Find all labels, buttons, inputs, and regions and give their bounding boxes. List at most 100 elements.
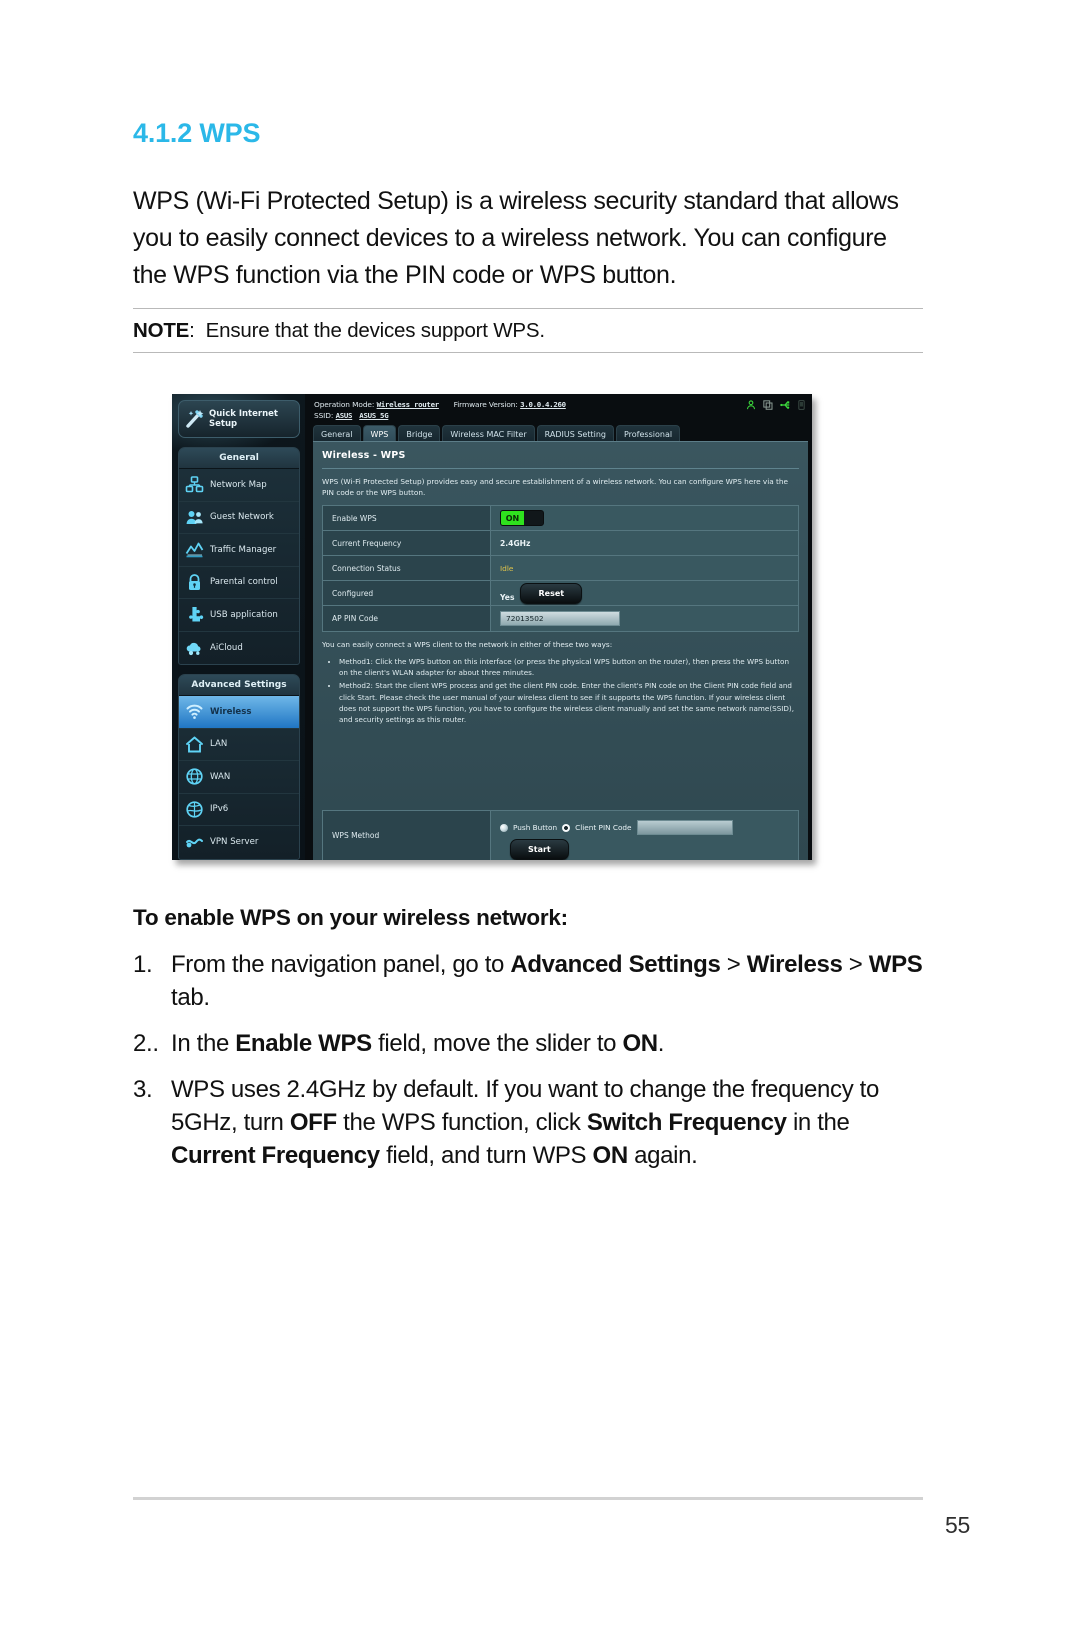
copy-icon[interactable] [763,400,773,410]
sidebar-item-vpn-server[interactable]: VPN Server [179,826,299,859]
step-text: From the navigation panel, go to Advance… [171,951,923,1011]
wifi-icon [185,702,204,721]
navigation-panel: Quick Internet Setup General Network Map… [172,394,305,860]
panel-divider [322,468,799,469]
nav-group-advanced-settings: Advanced Settings Wireless LAN WAN IPv6 … [178,674,300,860]
wps-method-options: Push Button Client PIN Code [500,815,733,835]
field-label-current-frequency: Current Frequency [323,531,491,555]
intro-paragraph: WPS (Wi-Fi Protected Setup) is a wireles… [133,187,899,289]
connect-methods-intro: You can easily connect a WPS client to t… [322,640,613,649]
radio-label-push-button: Push Button [513,823,558,832]
sidebar-item-guest-network[interactable]: Guest Network [179,502,299,534]
page-title: 4.1.2 WPS [133,118,261,148]
router-ui-screenshot: Quick Internet Setup General Network Map… [172,394,812,860]
list-item: 1. From the navigation panel, go to Adva… [133,948,933,1014]
quick-internet-setup-label: Quick Internet Setup [209,409,278,429]
sidebar-label: Wireless [210,706,252,717]
sidebar-item-wan[interactable]: WAN [179,761,299,794]
ipv6-globe-icon [185,800,204,819]
field-value-current-frequency: 2.4GHz [491,531,798,555]
sidebar-label: USB application [210,609,278,620]
sidebar-label: WAN [210,771,231,782]
field-value-connection-status: Idle [491,556,798,580]
radio-push-button[interactable] [500,823,508,832]
field-label-connection-status: Connection Status [323,556,491,580]
sidebar-label: Parental control [210,577,278,588]
panel-description: WPS (Wi-Fi Protected Setup) provides eas… [322,477,789,497]
start-button[interactable]: Start [510,839,569,860]
quick-internet-setup-button[interactable]: Quick Internet Setup [178,400,300,438]
network-map-icon [185,475,204,494]
ssid-value-5g[interactable]: ASUS_5G [359,411,388,420]
sidebar-label: LAN [210,739,228,750]
traffic-manager-icon [185,540,204,559]
sidebar-label: Network Map [210,479,267,490]
table-row: AP PIN Code 72013502 [323,606,798,631]
sidebar-label: Guest Network [210,512,274,523]
manual-page: 4.1.2 WPS WPS (Wi-Fi Protected Setup) is… [0,0,1080,1627]
field-label-wps-method: WPS Method [323,811,491,860]
field-label-configured: Configured [323,581,491,605]
instructions-list: 1. From the navigation panel, go to Adva… [133,948,933,1185]
radio-client-pin-code[interactable] [562,823,571,832]
panel-title: Wireless - WPS [322,450,406,461]
home-icon [185,735,204,754]
reset-button[interactable]: Reset [520,582,583,604]
phone-icon[interactable] [798,400,805,410]
cloud-icon [185,638,204,657]
operation-mode-label: Operation Mode: [314,400,375,409]
usb-icon[interactable] [780,400,791,410]
toggle-on-label: ON [501,511,524,525]
usb-application-icon [185,605,204,624]
sidebar-item-lan[interactable]: LAN [179,729,299,761]
sidebar-item-aicloud[interactable]: AiCloud [179,632,299,665]
system-status-icons [746,400,805,410]
sidebar-item-usb-application[interactable]: USB application [179,599,299,632]
table-row: Configured Yes Reset [323,581,798,606]
router-main-area: Operation Mode: Wireless router Firmware… [305,394,812,860]
sidebar-item-parental-control[interactable]: Parental control [179,567,299,599]
connect-methods-list: Method1: Click the WPS button on this in… [322,656,799,725]
wps-settings-table: Enable WPS ON Current Frequency 2.4GHz C… [322,505,799,632]
list-item: 2.. In the Enable WPS field, move the sl… [133,1027,933,1060]
note-label: NOTE [133,319,190,342]
router-header: Operation Mode: Wireless router Firmware… [305,394,812,421]
enable-wps-toggle[interactable]: ON [500,510,544,526]
operation-mode-value[interactable]: Wireless router [377,400,440,409]
table-row: Connection Status Idle [323,556,798,581]
field-label-enable-wps: Enable WPS [323,506,491,530]
lock-icon [185,573,204,592]
note-text: NOTE: Ensure that the devices support WP… [133,309,923,352]
field-value-wps-method: Push Button Client PIN Code Start [491,811,798,860]
firmware-label: Firmware Version: [453,400,518,409]
footer-divider [133,1497,923,1500]
sidebar-label: IPv6 [210,804,229,815]
sidebar-item-traffic-manager[interactable]: Traffic Manager [179,534,299,567]
field-value-configured: Yes Reset [491,581,798,605]
client-pin-code-input[interactable] [636,820,733,835]
sidebar-item-ipv6[interactable]: IPv6 [179,794,299,826]
wand-icon [184,408,206,430]
note-colon: : [189,319,206,342]
toggle-knob[interactable] [524,511,543,525]
radio-label-client-pin-code: Client PIN Code [575,823,632,832]
configured-value: Yes [500,593,515,602]
ap-pin-code-input[interactable]: 72013502 [500,611,620,626]
step-number: 3. [133,1076,153,1103]
sidebar-item-network-map[interactable]: Network Map [179,469,299,502]
step-number: 1. [133,951,153,978]
ssid-value-24[interactable]: ASUS [336,411,353,420]
field-value-enable-wps: ON [491,506,798,530]
wps-panel: Wireless - WPS WPS (Wi-Fi Protected Setu… [313,441,808,860]
sidebar-item-wireless[interactable]: Wireless [179,696,299,729]
note-body: Ensure that the devices support WPS. [205,319,545,342]
current-frequency-value: 2.4GHz [500,538,531,548]
sidebar-label: VPN Server [210,837,259,848]
instructions-heading: To enable WPS on your wireless network: [133,905,568,930]
firmware-value[interactable]: 3.0.0.4.260 [520,400,566,409]
list-item: Method2: Start the client WPS process an… [339,680,799,725]
operation-mode-line: Operation Mode: Wireless router Firmware… [314,400,804,411]
field-value-ap-pin-code: 72013502 [491,606,798,631]
sidebar-label: AiCloud [210,642,243,653]
user-icon[interactable] [746,400,756,410]
